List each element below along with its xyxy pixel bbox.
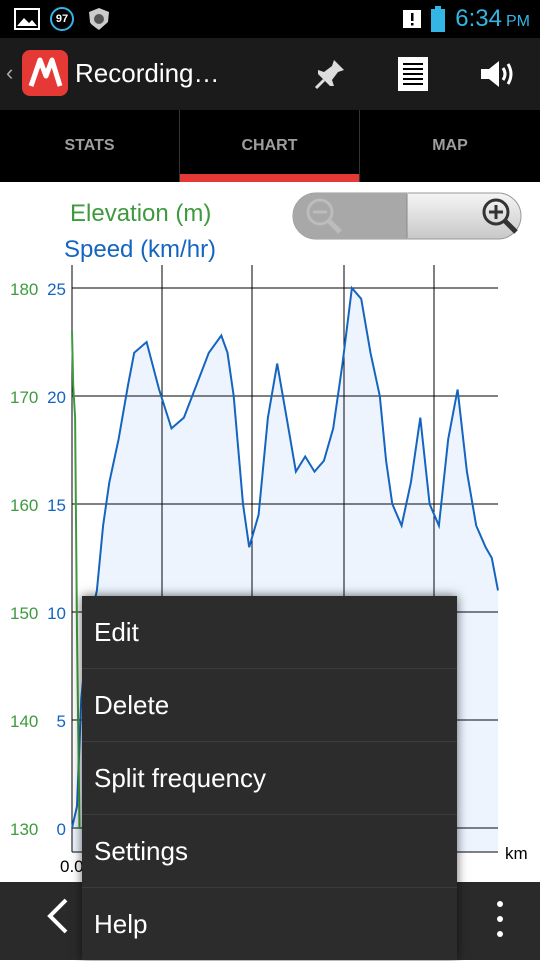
speed-tick-label: 15 [47,496,66,515]
speed-tick-label: 0 [57,820,66,839]
elevation-tick-label: 140 [10,712,38,731]
popup-menu: Edit Delete Split frequency Settings Hel… [82,596,457,960]
elevation-tick-label: 170 [10,388,38,407]
menu-item-settings[interactable]: Settings [82,815,457,888]
elevation-tick-label: 130 [10,820,38,839]
menu-item-split-frequency[interactable]: Split frequency [82,742,457,815]
menu-item-edit[interactable]: Edit [82,596,457,669]
back-arrow-icon[interactable] [40,896,80,936]
speed-tick-label: 10 [47,604,66,623]
menu-item-delete[interactable]: Delete [82,669,457,742]
speed-legend: Speed (km/hr) [64,236,217,263]
zoom-out-icon[interactable] [302,194,346,238]
overflow-menu-icon[interactable] [490,896,510,942]
speed-tick-label: 25 [47,280,66,299]
x-start-label: 0.0 [60,857,84,876]
elevation-legend: Elevation (m) [70,200,212,227]
elevation-tick-label: 150 [10,604,38,623]
x-unit-label: km [505,844,528,863]
zoom-control [292,192,522,240]
elevation-tick-label: 180 [10,280,38,299]
zoom-in-icon[interactable] [478,194,522,238]
speed-tick-label: 20 [47,388,66,407]
speed-tick-label: 5 [57,712,66,731]
elevation-tick-label: 160 [10,496,38,515]
menu-item-help[interactable]: Help [82,888,457,961]
